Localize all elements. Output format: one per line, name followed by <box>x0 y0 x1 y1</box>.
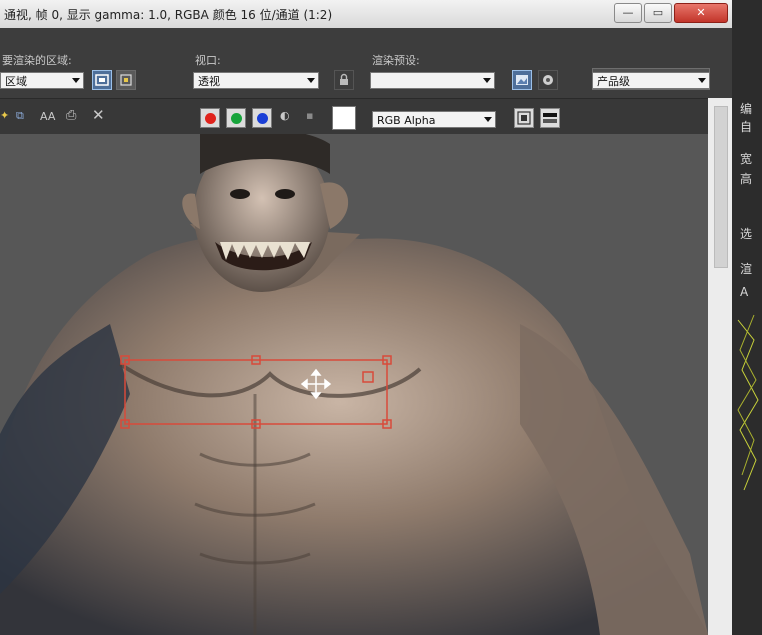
title-bar: 通视, 帧 0, 显示 gamma: 1.0, RGBA 颜色 16 位/通道 … <box>0 0 732 28</box>
render-settings-bar: 要渲染的区域: 区域 视口: 透视 渲染预设: 渲染 产品级 <box>0 28 732 98</box>
scrollbar-thumb[interactable] <box>714 106 728 268</box>
minimize-button[interactable]: — <box>614 3 642 23</box>
preset-dropdown[interactable] <box>370 72 495 89</box>
side-item[interactable]: 自 <box>740 118 752 135</box>
channel-dropdown[interactable]: RGB Alpha <box>372 111 496 128</box>
save-icon[interactable]: ✦ <box>0 109 9 122</box>
side-item[interactable]: 渲 <box>740 260 752 277</box>
side-item[interactable]: 编 <box>740 100 752 117</box>
side-item[interactable]: 宽 <box>740 150 752 167</box>
viewport-dropdown[interactable]: 透视 <box>193 72 319 89</box>
lock-icon[interactable] <box>334 70 354 90</box>
close-icon: ✕ <box>696 6 706 19</box>
green-channel-toggle[interactable] <box>226 108 246 128</box>
blue-channel-toggle[interactable] <box>252 108 272 128</box>
rendered-image <box>0 134 708 635</box>
copy-icon[interactable]: ⧉ <box>16 109 24 123</box>
area-dropdown-value: 区域 <box>5 75 27 88</box>
side-item[interactable]: A <box>740 285 748 299</box>
chevron-down-icon <box>698 78 706 83</box>
chevron-down-icon <box>483 78 491 83</box>
clear-icon[interactable]: ✕ <box>92 106 105 124</box>
chevron-down-icon <box>72 78 80 83</box>
chevron-down-icon <box>484 117 492 122</box>
side-panel: 编 自 宽 高 选 渲 A <box>732 0 762 635</box>
channel-dropdown-value: RGB Alpha <box>377 114 436 127</box>
frame-toolbar: ✦ ⧉ AA ⎙ ✕ ◐ ▪ RGB Alpha <box>0 98 732 135</box>
viewport-label: 视口: <box>195 54 221 67</box>
render-setup-icon[interactable] <box>512 70 532 90</box>
window-title: 通视, 帧 0, 显示 gamma: 1.0, RGBA 颜色 16 位/通道 … <box>4 8 333 22</box>
close-button[interactable]: ✕ <box>674 3 728 23</box>
chevron-down-icon <box>307 78 315 83</box>
blue-channel-icon <box>257 113 268 124</box>
minimize-icon: — <box>622 6 634 19</box>
maximize-button[interactable]: ▭ <box>644 3 672 23</box>
maximize-icon: ▭ <box>652 6 664 19</box>
render-frame-window: 通视, 帧 0, 显示 gamma: 1.0, RGBA 颜色 16 位/通道 … <box>0 0 732 635</box>
auto-region-icon[interactable] <box>116 70 136 90</box>
clone-ab-label[interactable]: AA <box>40 110 55 123</box>
swatch-box[interactable] <box>332 106 356 130</box>
side-item[interactable]: 高 <box>740 170 752 187</box>
edit-region-icon[interactable] <box>92 70 112 90</box>
toggle-ui-icon[interactable] <box>514 108 534 128</box>
print-icon[interactable]: ⎙ <box>66 108 76 123</box>
alpha-icon[interactable]: ◐ <box>280 109 290 122</box>
side-item[interactable]: 选 <box>740 225 752 242</box>
green-channel-icon <box>231 113 242 124</box>
red-channel-toggle[interactable] <box>200 108 220 128</box>
display-icon[interactable] <box>540 108 560 128</box>
area-dropdown[interactable]: 区域 <box>0 72 84 89</box>
quality-dropdown-value: 产品级 <box>597 75 630 88</box>
quality-dropdown[interactable]: 产品级 <box>592 72 710 89</box>
preset-label: 渲染预设: <box>372 54 420 67</box>
environment-icon[interactable] <box>538 70 558 90</box>
render-viewport[interactable] <box>0 134 708 635</box>
wireframe-preview <box>737 314 759 491</box>
red-channel-icon <box>205 113 216 124</box>
vertical-scrollbar[interactable] <box>708 98 732 635</box>
mono-icon[interactable]: ▪ <box>306 109 313 122</box>
viewport-dropdown-value: 透视 <box>198 75 220 88</box>
area-label: 要渲染的区域: <box>2 54 72 67</box>
